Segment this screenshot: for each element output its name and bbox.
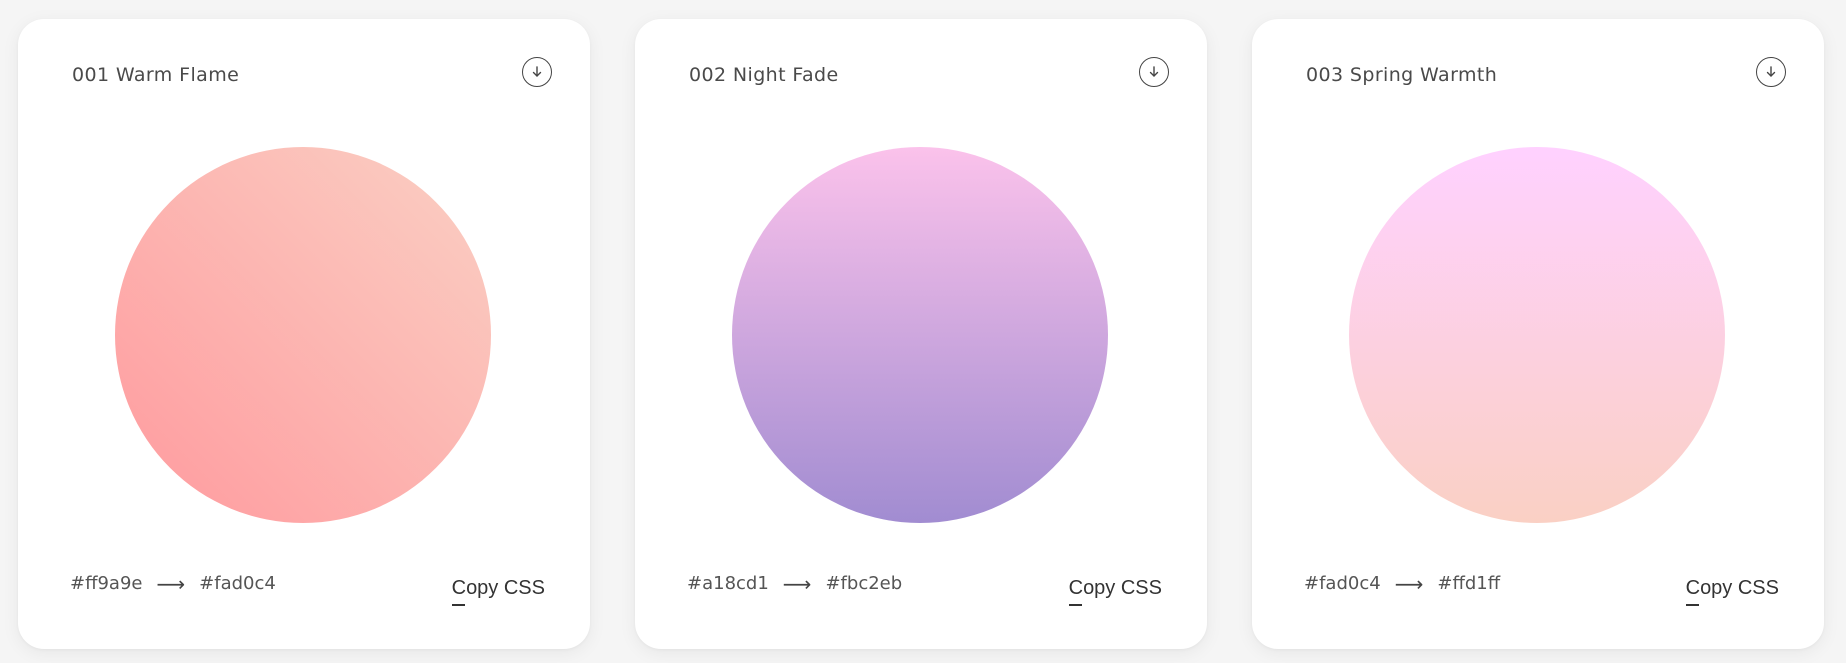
gradient-title: 002 Night Fade bbox=[689, 64, 839, 86]
copy-css-button[interactable]: Copy CSS bbox=[1685, 577, 1779, 606]
color-to: #ffd1ff bbox=[1437, 573, 1501, 594]
color-from: #ff9a9e bbox=[70, 573, 143, 594]
color-to: #fbc2eb bbox=[825, 573, 903, 594]
gradient-title: 001 Warm Flame bbox=[72, 64, 240, 86]
color-from: #a18cd1 bbox=[687, 573, 769, 594]
copy-css-label: Copy CSS bbox=[451, 577, 545, 606]
color-from: #fad0c4 bbox=[1304, 573, 1381, 594]
copy-css-label: Copy CSS bbox=[1685, 577, 1779, 606]
copy-css-button[interactable]: Copy CSS bbox=[451, 577, 545, 606]
gradient-colors: #fad0c4 ⟶ #ffd1ff bbox=[1304, 573, 1500, 594]
gradient-card-warm-flame: 001 Warm Flame #ff9a9e ⟶ #fad0c4 Copy CS… bbox=[18, 19, 590, 649]
gradient-colors: #ff9a9e ⟶ #fad0c4 bbox=[70, 573, 276, 594]
gradient-swatch bbox=[115, 147, 491, 523]
gradient-swatch bbox=[732, 147, 1108, 523]
gradient-title: 003 Spring Warmth bbox=[1306, 64, 1498, 86]
download-button[interactable] bbox=[1756, 57, 1786, 87]
gradient-grid: 001 Warm Flame #ff9a9e ⟶ #fad0c4 Copy CS… bbox=[18, 19, 1824, 649]
download-button[interactable] bbox=[522, 57, 552, 87]
download-arrow-icon bbox=[532, 66, 542, 77]
gradient-colors: #a18cd1 ⟶ #fbc2eb bbox=[687, 573, 902, 594]
copy-css-label: Copy CSS bbox=[1068, 577, 1162, 606]
download-arrow-icon bbox=[1766, 66, 1776, 77]
arrow-right-icon: ⟶ bbox=[1394, 571, 1424, 596]
arrow-right-icon: ⟶ bbox=[782, 571, 812, 596]
color-to: #fad0c4 bbox=[199, 573, 276, 594]
gradient-card-night-fade: 002 Night Fade #a18cd1 ⟶ #fbc2eb Copy CS… bbox=[635, 19, 1207, 649]
gradient-card-spring-warmth: 003 Spring Warmth #fad0c4 ⟶ #ffd1ff Copy… bbox=[1252, 19, 1824, 649]
download-arrow-icon bbox=[1149, 66, 1159, 77]
download-button[interactable] bbox=[1139, 57, 1169, 87]
arrow-right-icon: ⟶ bbox=[156, 571, 186, 596]
gradient-swatch bbox=[1349, 147, 1725, 523]
copy-css-button[interactable]: Copy CSS bbox=[1068, 577, 1162, 606]
